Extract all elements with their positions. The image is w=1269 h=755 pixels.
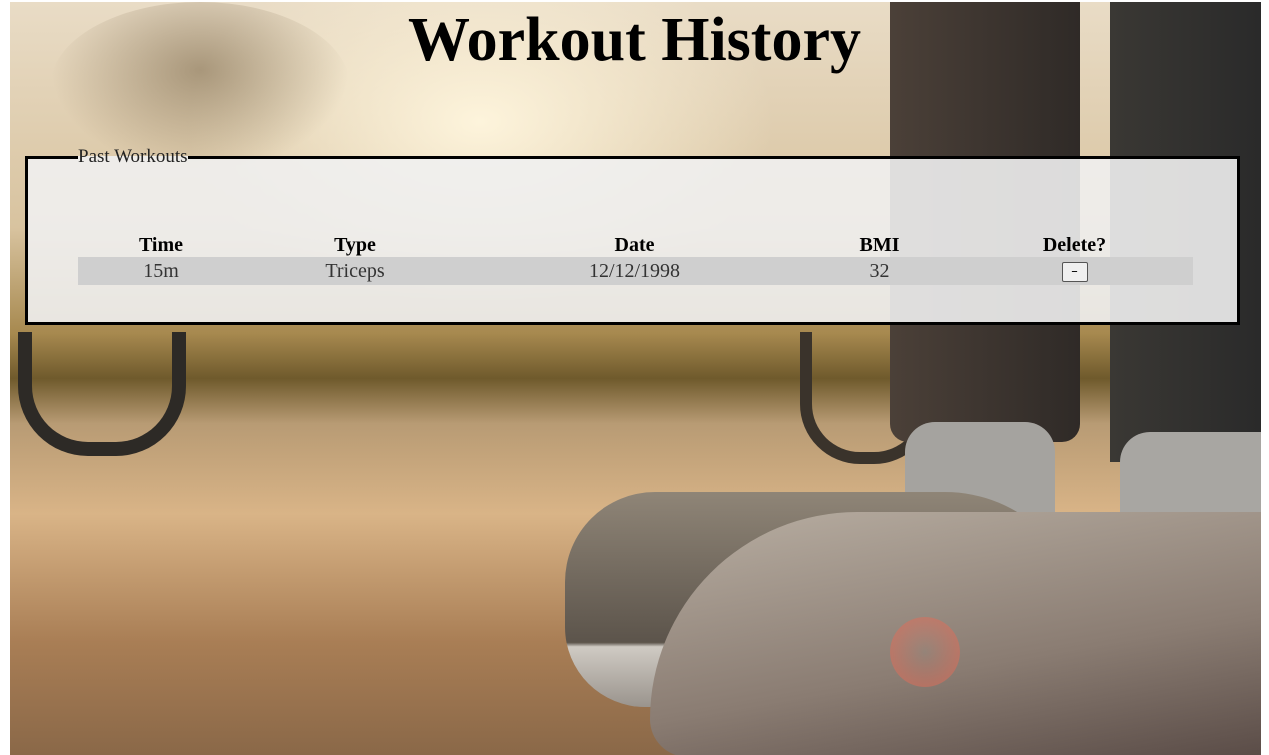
cell-delete: –	[956, 257, 1193, 285]
background-bench-left	[18, 332, 186, 456]
delete-button[interactable]: –	[1061, 261, 1088, 282]
panel-legend: Past Workouts	[78, 146, 188, 167]
column-header-type: Type	[334, 234, 376, 256]
column-header-delete: Delete?	[1042, 234, 1107, 256]
cell-type: Triceps	[244, 257, 466, 285]
table-row: 15m Triceps 12/12/1998 32 –	[78, 257, 1193, 285]
table-header-row: Time Type Date BMI Delete?	[78, 229, 1193, 257]
past-workouts-panel: Past Workouts Time Type Date BMI Delete?…	[25, 147, 1240, 325]
background-photo	[10, 2, 1261, 755]
background-lens-flare	[890, 617, 960, 687]
cell-bmi: 32	[803, 257, 956, 285]
cell-date: 12/12/1998	[466, 257, 803, 285]
page-title: Workout History	[408, 6, 861, 74]
column-header-bmi: BMI	[859, 234, 900, 256]
cell-time: 15m	[78, 257, 244, 285]
workouts-table: Time Type Date BMI Delete? 15m Triceps 1…	[78, 229, 1193, 285]
background-shoe-right	[650, 512, 1261, 755]
column-header-date: Date	[614, 234, 655, 256]
column-header-time: Time	[138, 234, 184, 256]
